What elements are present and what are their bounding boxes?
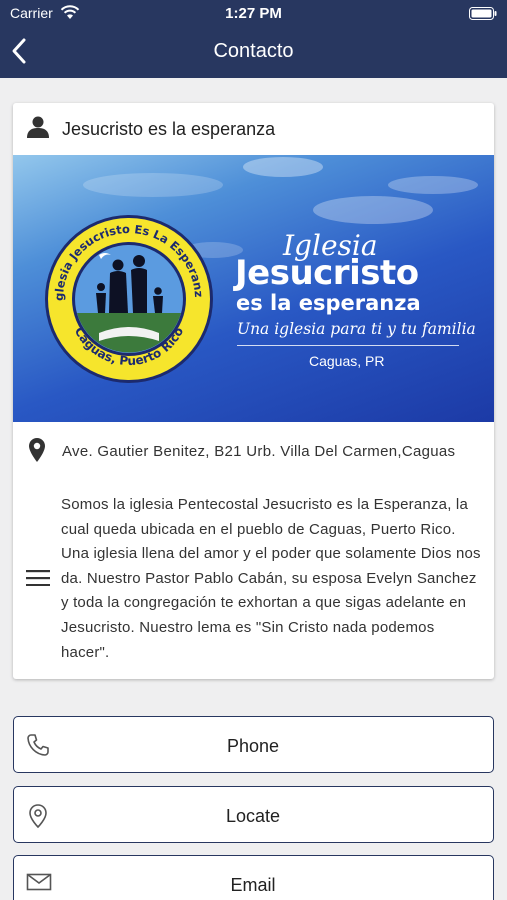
- description-text: Somos la iglesia Pentecostal Jesucristo …: [61, 496, 481, 661]
- address-text[interactable]: Ave. Gautier Benitez, B21 Urb. Villa Del…: [62, 443, 480, 460]
- banner-tagline: Una iglesia para ti y tu familia: [237, 320, 476, 338]
- status-bar: Carrier 1:27 PM: [0, 0, 507, 28]
- church-banner-image: Iglesia Jesucristo Es La Esperanza Cagua…: [13, 155, 494, 422]
- banner-jesucristo: Jesucristo: [235, 253, 419, 293]
- card-header: Jesucristo es la esperanza: [13, 103, 494, 155]
- banner-divider: [237, 345, 459, 346]
- phone-button-label: Phone: [226, 736, 280, 756]
- clock: 1:27 PM: [225, 5, 282, 22]
- navigation-bar: Carrier 1:27 PM Contacto: [0, 0, 507, 78]
- email-button[interactable]: Email: [13, 855, 494, 900]
- page-title: Contacto: [213, 40, 294, 62]
- user-icon: [26, 115, 50, 144]
- location-pin-icon: [28, 437, 46, 468]
- email-button-label: Email: [230, 875, 276, 895]
- battery-icon: [469, 7, 497, 25]
- card-title: Jesucristo es la esperanza: [62, 119, 276, 139]
- locate-button-label: Locate: [225, 806, 281, 826]
- menu-lines-icon: [26, 570, 50, 591]
- church-logo-emblem: Iglesia Jesucristo Es La Esperanza Cagua…: [43, 213, 213, 383]
- banner-es-la-esperanza: es la esperanza: [236, 291, 421, 315]
- locate-button[interactable]: Locate: [13, 786, 494, 843]
- phone-button[interactable]: Phone: [13, 716, 494, 773]
- contact-card: Jesucristo es la esperanza glesia Jesucr…: [13, 103, 494, 679]
- banner-place: Caguas, PR: [309, 353, 385, 369]
